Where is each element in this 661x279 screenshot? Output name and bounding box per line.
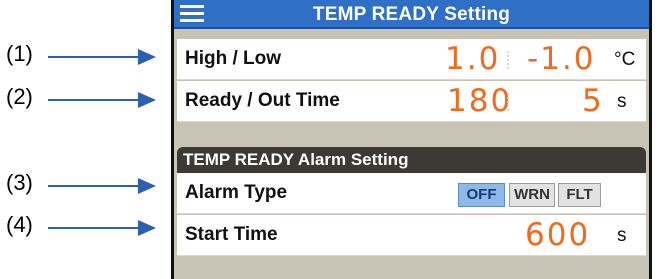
callout-line xyxy=(48,185,140,187)
callout-1: (1) xyxy=(0,41,170,66)
arrow-right-icon xyxy=(138,178,156,194)
callout-label: (1) xyxy=(6,41,33,66)
arrow-right-icon xyxy=(138,92,156,108)
out-time-value[interactable]: 5 xyxy=(582,83,604,119)
callout-line xyxy=(48,56,140,58)
callout-label: (2) xyxy=(6,84,33,109)
alarm-type-row: Alarm Type OFF WRN FLT xyxy=(177,173,646,214)
callout-2: (2) xyxy=(0,84,170,109)
value-separator xyxy=(507,51,511,69)
arrow-right-icon xyxy=(138,49,156,65)
callout-label: (4) xyxy=(6,212,33,237)
callout-line xyxy=(48,99,140,101)
alarm-type-wrn-button[interactable]: WRN xyxy=(509,183,555,207)
callout-line xyxy=(48,227,140,229)
alarm-type-label: Alarm Type xyxy=(185,182,288,203)
high-low-row: High / Low 1.0 -1.0 °C xyxy=(177,39,646,80)
ready-time-value[interactable]: 180 xyxy=(447,83,512,119)
start-time-value[interactable]: 600 xyxy=(525,217,590,253)
alarm-section-header: TEMP READY Alarm Setting xyxy=(177,147,646,173)
arrow-right-icon xyxy=(138,220,156,236)
low-value[interactable]: -1.0 xyxy=(527,41,596,77)
callout-3: (3) xyxy=(0,170,170,195)
alarm-type-flt-button[interactable]: FLT xyxy=(558,183,601,207)
title-bar: TEMP READY Setting xyxy=(174,0,649,29)
alarm-type-off-button[interactable]: OFF xyxy=(458,183,505,207)
page-title: TEMP READY Setting xyxy=(312,4,511,25)
high-low-label: High / Low xyxy=(185,48,282,69)
high-value[interactable]: 1.0 xyxy=(445,41,500,77)
high-low-unit: °C xyxy=(614,49,636,70)
start-time-unit: s xyxy=(617,225,627,246)
temp-ready-panel: TEMP READY Setting High / Low 1.0 -1.0 °… xyxy=(171,0,652,279)
ready-out-time-row: Ready / Out Time 180 5 s xyxy=(177,81,646,122)
start-time-label: Start Time xyxy=(185,224,278,245)
ready-out-time-label: Ready / Out Time xyxy=(185,90,340,111)
callout-label: (3) xyxy=(6,170,33,195)
start-time-row: Start Time 600 s xyxy=(177,215,646,256)
value-separator xyxy=(507,93,511,111)
ready-out-time-unit: s xyxy=(617,91,627,112)
callout-4: (4) xyxy=(0,212,170,237)
